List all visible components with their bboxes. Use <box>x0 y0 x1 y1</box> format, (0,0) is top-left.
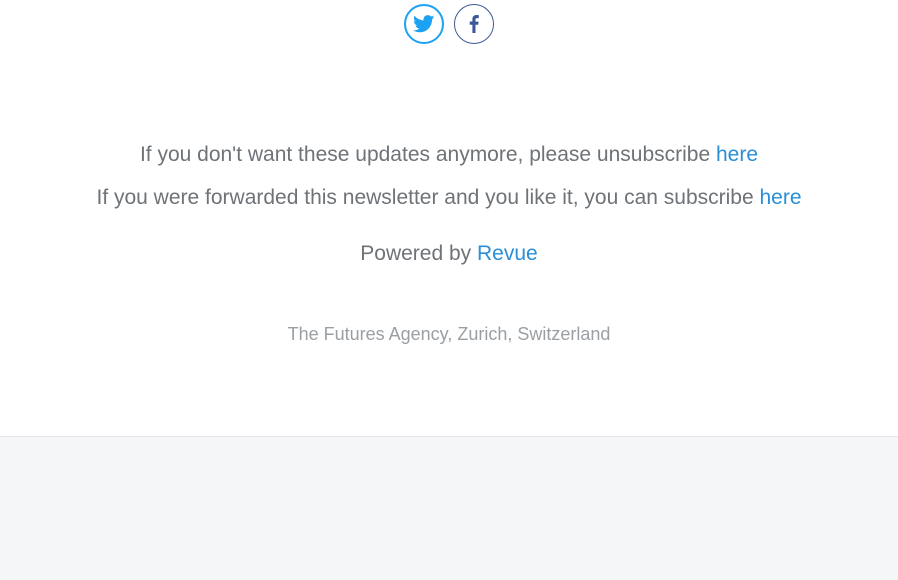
powered-by-line: Powered by Revue <box>0 242 898 266</box>
bottom-background <box>0 437 898 580</box>
twitter-button[interactable] <box>404 4 444 44</box>
subscribe-text: If you were forwarded this newsletter an… <box>96 186 760 209</box>
sender-address: The Futures Agency, Zurich, Switzerland <box>287 324 611 344</box>
subscribe-link[interactable]: here <box>759 186 801 209</box>
facebook-button[interactable] <box>454 4 494 44</box>
unsubscribe-line: If you don't want these updates anymore,… <box>0 143 898 167</box>
social-links <box>0 4 898 44</box>
newsletter-footer-page: If you don't want these updates anymore,… <box>0 0 898 580</box>
unsubscribe-text: If you don't want these updates anymore,… <box>139 143 716 166</box>
facebook-icon <box>469 15 479 33</box>
twitter-icon <box>413 15 435 33</box>
subscribe-line: If you were forwarded this newsletter an… <box>0 186 898 210</box>
footer-content-area <box>0 0 898 437</box>
powered-by-text: Powered by <box>360 242 478 265</box>
revue-link[interactable]: Revue <box>477 242 538 265</box>
unsubscribe-link[interactable]: here <box>716 143 758 166</box>
